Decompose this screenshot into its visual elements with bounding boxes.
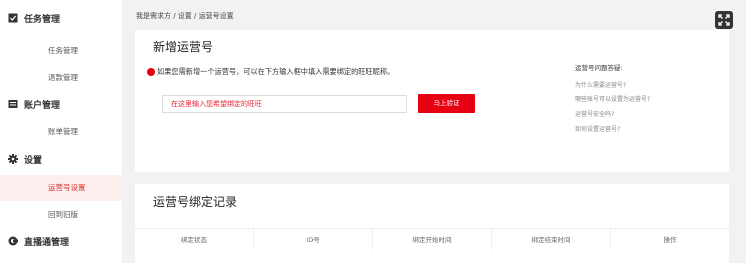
sidebar-group-label: 直播通管理: [24, 237, 70, 248]
sidebar-group-account[interactable]: 账户管理: [0, 91, 122, 117]
faq-link-eligible-accounts[interactable]: 哪些账号可以设置为运营号?: [575, 94, 650, 103]
sidebar-group-settings[interactable]: 设置: [0, 146, 122, 172]
sidebar-group-live[interactable]: 直播通管理: [0, 228, 122, 254]
column-header: 操作: [663, 236, 677, 244]
faq-link-security[interactable]: 运营号安全吗?: [575, 109, 614, 118]
faq-link-how-to-set[interactable]: 如何设置运营号?: [575, 124, 620, 133]
breadcrumb: 我是需求方 / 设置 / 运营号设置: [136, 12, 234, 20]
add-operator-title: 新增运营号: [153, 40, 214, 54]
sidebar-group-task[interactable]: 任务管理: [0, 5, 122, 31]
binding-records-title: 运营号绑定记录: [153, 195, 238, 209]
wangwang-nickname-input[interactable]: [162, 95, 407, 113]
records-table-header: 绑定状态 ID号 绑定开始时间 绑定结束时间 操作: [135, 228, 729, 250]
account-icon: [8, 99, 18, 109]
add-operator-hint: 如果您需新增一个运营号，可以在下方输入框中填入需要绑定的旺旺昵称。: [147, 67, 394, 77]
sidebar-item-refund-management[interactable]: 退款管理: [0, 65, 122, 91]
live-icon: [8, 236, 18, 246]
add-operator-card: 新增运营号 如果您需新增一个运营号，可以在下方输入框中填入需要绑定的旺旺昵称。 …: [135, 30, 729, 172]
column-header: 绑定开始时间: [373, 229, 492, 250]
sidebar-item-back-to-old-version[interactable]: 回到旧版: [0, 202, 122, 228]
gear-icon: [8, 154, 18, 164]
binding-records-card: 运营号绑定记录 绑定状态 ID号 绑定开始时间 绑定结束时间 操作: [135, 184, 729, 263]
sidebar-item-bill-management[interactable]: 账单管理: [0, 119, 122, 145]
column-header: 绑定结束时间: [492, 229, 611, 250]
sidebar-group-label: 设置: [24, 155, 43, 166]
sidebar-item-operator-settings[interactable]: 运营号设置: [0, 175, 122, 201]
sidebar-group-label: 任务管理: [24, 14, 61, 25]
faq-link-why-needed[interactable]: 为什么需要运营号?: [575, 80, 626, 89]
verify-now-button[interactable]: 马上验证: [418, 94, 475, 113]
column-header: ID号: [254, 229, 373, 250]
info-dot-icon: [147, 68, 155, 76]
task-icon: [8, 13, 18, 23]
sidebar-item-task-management[interactable]: 任务管理: [0, 38, 122, 64]
fullscreen-button[interactable]: [715, 11, 733, 29]
hint-text: 如果您需新增一个运营号，可以在下方输入框中填入需要绑定的旺旺昵称。: [157, 67, 395, 76]
column-header: 绑定状态: [135, 229, 254, 250]
faq-title: 运营号问题答疑:: [575, 64, 623, 72]
expand-icon: [718, 14, 730, 26]
sidebar: 任务管理 任务管理 退款管理 账户管理 账单管理 设置 运营号设置 回到旧版 直…: [0, 0, 122, 263]
sidebar-group-label: 账户管理: [24, 100, 61, 111]
